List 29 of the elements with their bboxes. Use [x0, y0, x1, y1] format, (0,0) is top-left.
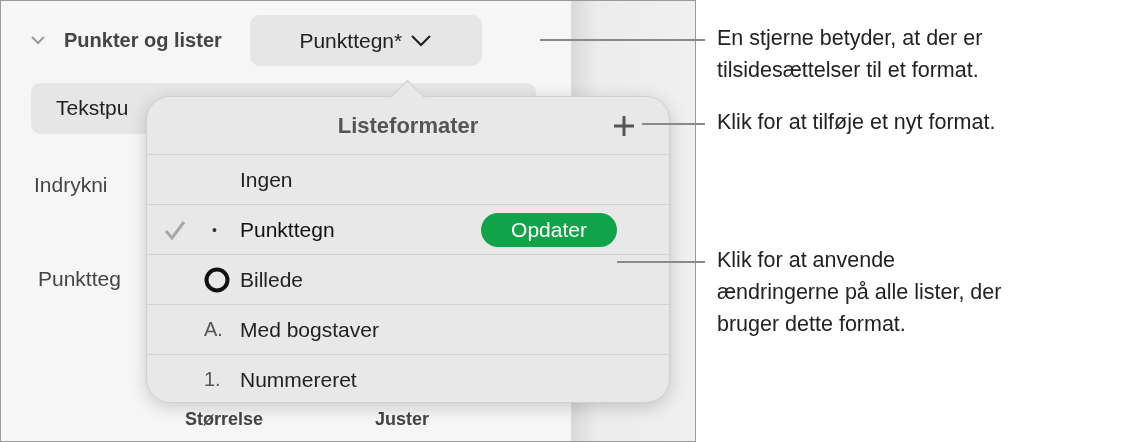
list-style-item[interactable]: Billede [147, 255, 669, 305]
list-style-dropdown[interactable]: Punkttegn* [249, 15, 482, 66]
field-label: Indrykni [34, 173, 108, 197]
column-label: Juster [375, 409, 430, 430]
item-label: Nummereret [240, 367, 357, 392]
list-style-item[interactable]: • Punkttegn Opdater [147, 205, 669, 255]
item-label: Med bogstaver [240, 317, 379, 342]
section-title: Punkter og lister [64, 29, 222, 52]
column-label: Størrelse [185, 409, 264, 430]
leader-line [642, 123, 705, 125]
callout-text: Klik for at anvende ændringerne på alle lister, der bruger dette format. [717, 247, 1003, 338]
list-marker: A. [204, 318, 223, 341]
item-label: Punkttegn [240, 217, 335, 242]
checkmark-icon [164, 219, 186, 240]
item-label: Billede [240, 267, 304, 292]
popover-title: Listeformater [337, 112, 479, 139]
list-style-item[interactable]: 1. Nummereret [147, 355, 669, 404]
field-label: Punktteg [38, 267, 121, 291]
chevron-down-icon[interactable] [31, 36, 45, 45]
list-style-item[interactable]: A. Med bogstaver [147, 305, 669, 355]
add-icon[interactable] [613, 115, 635, 137]
callout-text: Klik for at tilføje et nyt format. [717, 109, 997, 136]
item-label: Ingen [240, 167, 293, 192]
chevron-down-icon [410, 34, 433, 47]
list-style-item[interactable]: Ingen [147, 155, 669, 205]
callout-text: En stjerne betyder, at der er tilsidesættelser til et format. [717, 25, 984, 84]
list-marker: 1. [204, 368, 221, 391]
circle-icon [204, 266, 230, 293]
bullet-marker: • [211, 221, 217, 238]
